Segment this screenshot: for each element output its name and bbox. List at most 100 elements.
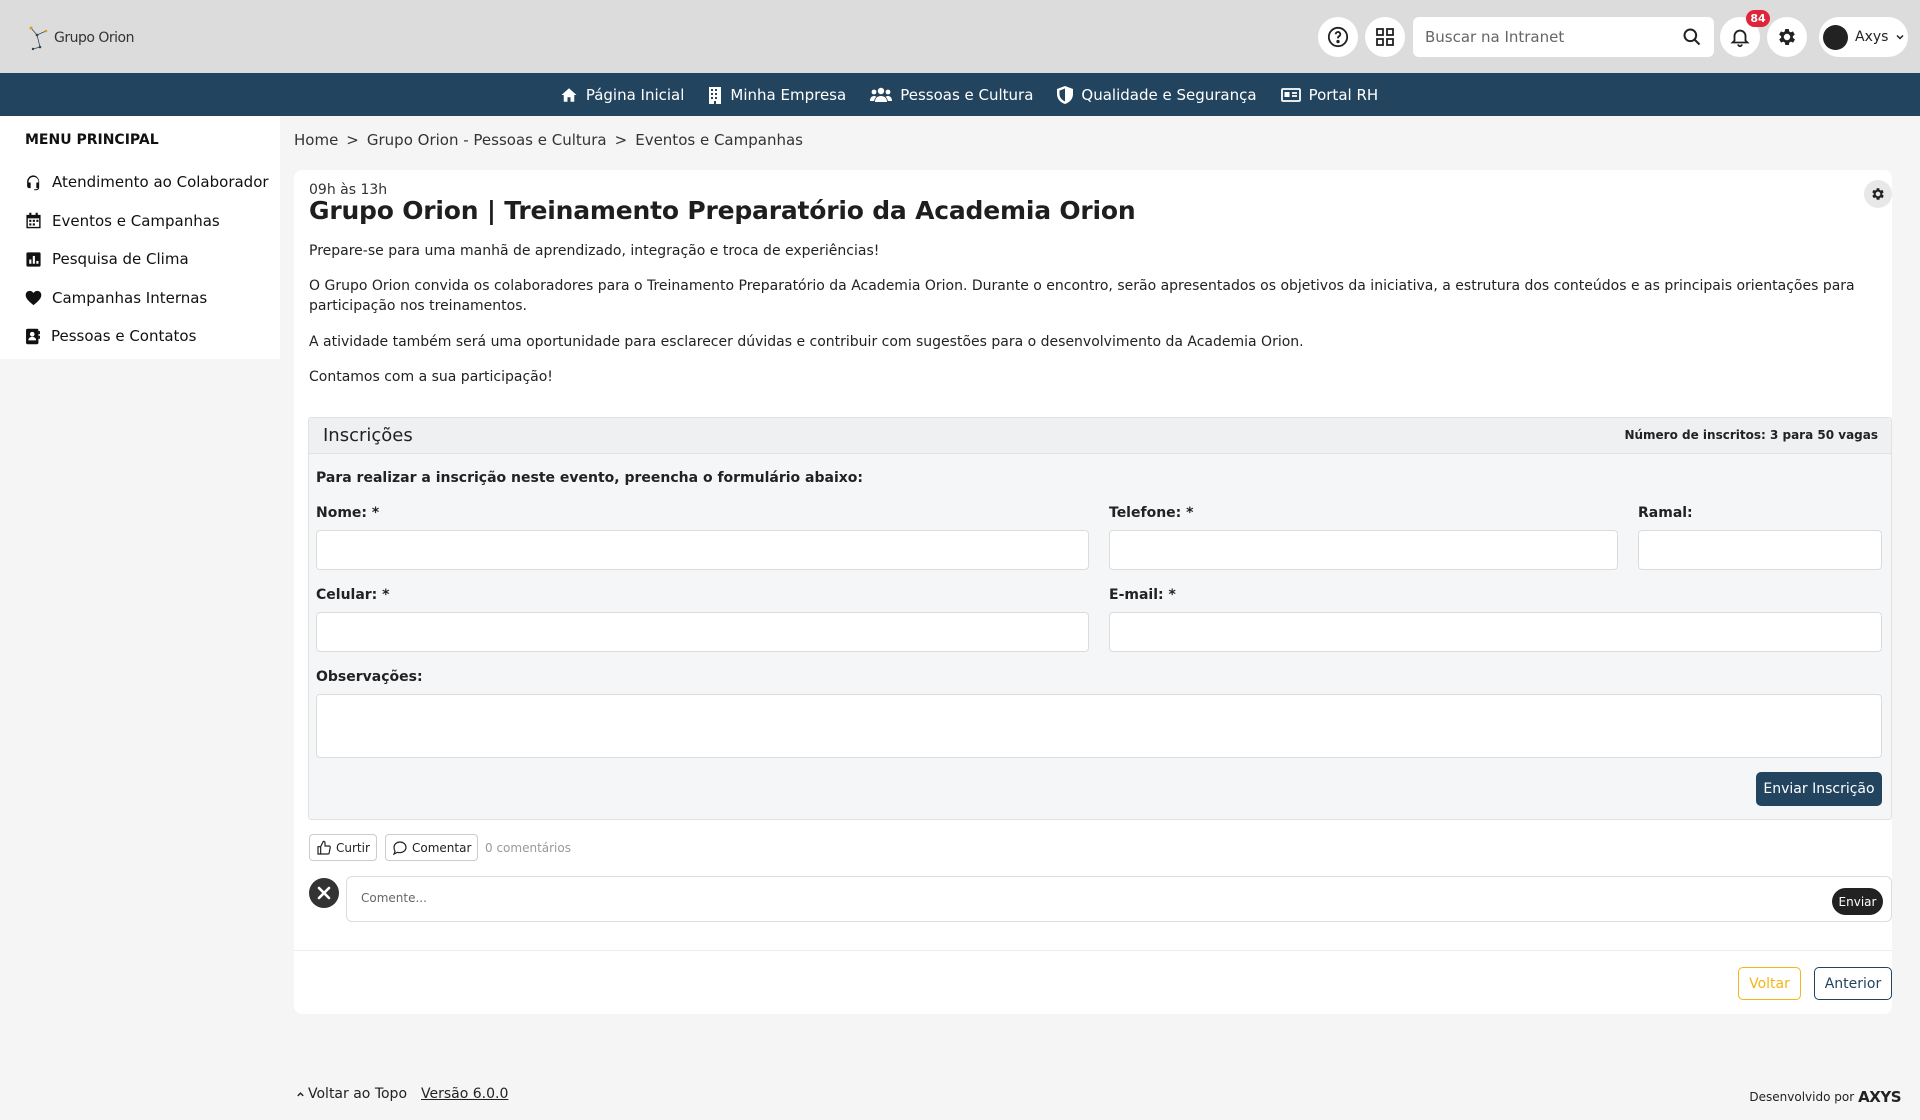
search-bar bbox=[1413, 17, 1714, 57]
previous-button[interactable]: Anterior bbox=[1814, 967, 1892, 1000]
user-menu[interactable]: Axys bbox=[1819, 17, 1908, 57]
nav-item-label: Portal RH bbox=[1308, 85, 1379, 104]
nav-item-pagina-inicial[interactable]: Página Inicial bbox=[560, 85, 685, 104]
celular-field[interactable] bbox=[316, 612, 1089, 652]
logo[interactable]: Grupo Orion bbox=[28, 24, 134, 52]
chevron-up-icon bbox=[297, 1091, 304, 1096]
breadcrumb-separator: > bbox=[614, 131, 628, 149]
email-field[interactable] bbox=[1109, 612, 1882, 652]
sidebar-item-pessoas-contatos[interactable]: Pessoas e Contatos bbox=[25, 317, 280, 356]
comment-input[interactable]: Comente... bbox=[346, 876, 1892, 922]
home-icon bbox=[561, 87, 577, 102]
constellation-icon bbox=[29, 26, 48, 51]
search-icon[interactable] bbox=[1682, 27, 1702, 47]
sidebar-title: MENU PRINCIPAL bbox=[25, 132, 159, 148]
page-title: Grupo Orion | Treinamento Preparatório d… bbox=[309, 196, 1136, 225]
users-icon bbox=[870, 87, 893, 102]
breadcrumb-home[interactable]: Home bbox=[294, 131, 338, 149]
comments-count: 0 comentários bbox=[485, 841, 571, 855]
logo-text: Grupo Orion bbox=[54, 30, 134, 46]
back-to-top-link[interactable]: Voltar ao Topo bbox=[296, 1086, 407, 1102]
ramal-field[interactable] bbox=[1638, 530, 1882, 570]
event-paragraph: A atividade também será uma oportunidade… bbox=[309, 334, 1304, 350]
main-nav: Página Inicial Minha Empresa Pessoas e C… bbox=[0, 73, 1920, 116]
sidebar-item-label: Pessoas e Contatos bbox=[51, 327, 197, 346]
id-card-icon bbox=[1280, 87, 1301, 102]
sidebar-item-atendimento[interactable]: Atendimento ao Colaborador bbox=[25, 163, 280, 202]
nome-label: Nome: * bbox=[316, 505, 380, 521]
commenter-avatar bbox=[309, 878, 339, 908]
apps-button[interactable] bbox=[1365, 17, 1405, 57]
event-settings-button[interactable] bbox=[1864, 180, 1892, 208]
developed-by: Desenvolvido por bbox=[1749, 1090, 1855, 1104]
sidebar-item-label: Campanhas Internas bbox=[52, 288, 208, 307]
nav-item-label: Minha Empresa bbox=[730, 85, 847, 104]
registration-header: Inscrições Número de inscritos: 3 para 5… bbox=[309, 418, 1891, 454]
top-header: Grupo Orion 84 Axys bbox=[0, 0, 1920, 73]
observacoes-label: Observações: bbox=[316, 669, 423, 685]
back-to-top-label: Voltar ao Topo bbox=[308, 1086, 408, 1102]
nav-item-qualidade-e-seguranca[interactable]: Qualidade e Segurança bbox=[1057, 85, 1257, 104]
help-button[interactable] bbox=[1318, 17, 1358, 57]
shield-icon bbox=[1057, 85, 1074, 104]
observacoes-field[interactable] bbox=[316, 694, 1882, 758]
sidebar-item-label: Eventos e Campanhas bbox=[52, 211, 220, 230]
avatar bbox=[1823, 24, 1848, 50]
gear-icon bbox=[1779, 29, 1795, 45]
thumbs-up-icon bbox=[317, 840, 331, 855]
registration-title: Inscrições bbox=[323, 425, 413, 446]
comment-label: Comentar bbox=[412, 840, 472, 855]
breadcrumb: Home > Grupo Orion - Pessoas e Cultura >… bbox=[294, 131, 803, 149]
contact-icon bbox=[26, 328, 40, 344]
nav-item-minha-empresa[interactable]: Minha Empresa bbox=[708, 86, 846, 104]
version-link[interactable]: Versão 6.0.0 bbox=[421, 1086, 508, 1102]
heart-icon bbox=[25, 290, 42, 305]
chart-icon bbox=[26, 252, 41, 267]
divider bbox=[294, 950, 1892, 951]
notifications-badge: 84 bbox=[1746, 10, 1770, 27]
registration-panel: Inscrições Número de inscritos: 3 para 5… bbox=[308, 417, 1892, 820]
telefone-field[interactable] bbox=[1109, 530, 1618, 570]
user-name: Axys bbox=[1855, 29, 1889, 45]
sidebar-item-pesquisa[interactable]: Pesquisa de Clima bbox=[25, 240, 280, 279]
nav-item-pessoas-e-cultura[interactable]: Pessoas e Cultura bbox=[870, 86, 1033, 104]
footer-right: Desenvolvido por AXYS bbox=[1749, 1088, 1901, 1106]
submit-registration-button[interactable]: Enviar Inscrição bbox=[1756, 772, 1882, 806]
sidebar-item-eventos[interactable]: Eventos e Campanhas bbox=[25, 202, 280, 241]
help-icon bbox=[1327, 26, 1349, 48]
breadcrumb-pessoas-cultura[interactable]: Grupo Orion - Pessoas e Cultura bbox=[367, 131, 607, 149]
nome-field[interactable] bbox=[316, 530, 1089, 570]
celular-label: Celular: * bbox=[316, 587, 390, 603]
like-label: Curtir bbox=[336, 840, 370, 855]
event-card: 09h às 13h Grupo Orion | Treinamento Pre… bbox=[294, 170, 1892, 1014]
event-paragraph: O Grupo Orion convida os colaboradores p… bbox=[309, 278, 1855, 314]
nav-item-label: Página Inicial bbox=[585, 85, 685, 104]
grid-icon bbox=[1376, 28, 1394, 46]
gear-icon bbox=[1872, 188, 1884, 200]
send-comment-button[interactable]: Enviar bbox=[1832, 888, 1883, 915]
sidebar-item-campanhas-internas[interactable]: Campanhas Internas bbox=[25, 279, 280, 318]
event-paragraph: Prepare-se para uma manhã de aprendizado… bbox=[309, 243, 880, 259]
brand-logo[interactable]: AXYS bbox=[1858, 1088, 1901, 1106]
like-button[interactable]: Curtir bbox=[309, 834, 377, 861]
comment-button[interactable]: Comentar bbox=[385, 834, 479, 861]
bell-icon bbox=[1730, 29, 1750, 48]
sidebar-item-label: Pesquisa de Clima bbox=[52, 250, 189, 269]
breadcrumb-eventos: Eventos e Campanhas bbox=[635, 131, 803, 149]
nav-item-portal-rh[interactable]: Portal RH bbox=[1280, 85, 1379, 104]
search-input[interactable] bbox=[1425, 28, 1682, 46]
headset-icon bbox=[27, 175, 40, 191]
telefone-label: Telefone: * bbox=[1109, 505, 1194, 521]
comment-icon bbox=[392, 840, 407, 855]
comment-placeholder: Comente... bbox=[361, 891, 427, 905]
calendar-icon bbox=[26, 212, 41, 229]
back-button[interactable]: Voltar bbox=[1738, 967, 1801, 1000]
sidebar: MENU PRINCIPAL Atendimento ao Colaborado… bbox=[0, 116, 280, 359]
x-logo-icon bbox=[317, 886, 331, 900]
nav-item-label: Pessoas e Cultura bbox=[900, 85, 1034, 104]
ramal-label: Ramal: bbox=[1638, 505, 1693, 521]
event-paragraph: Contamos com a sua participação! bbox=[309, 369, 553, 385]
building-icon bbox=[709, 86, 722, 104]
settings-button[interactable] bbox=[1767, 17, 1807, 57]
email-label: E-mail: * bbox=[1109, 587, 1176, 603]
